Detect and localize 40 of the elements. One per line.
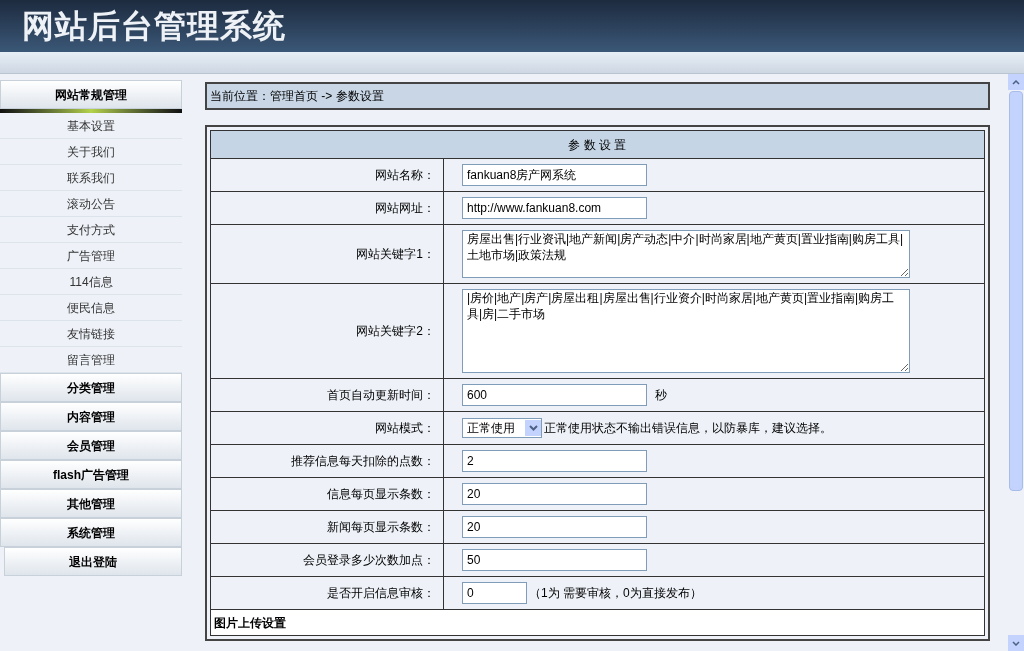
- menu-group-header[interactable]: 系统管理: [0, 518, 182, 547]
- text-field[interactable]: 50: [462, 549, 647, 571]
- field-label: 信息每页显示条数：: [210, 477, 444, 511]
- text-area[interactable]: 房屋出售|行业资讯|地产新闻|房产动态|中介|时尚家居|地产黄页|置业指南|购房工具|土地市场|政策法规: [462, 230, 910, 278]
- text-field[interactable]: 600: [462, 384, 647, 406]
- menu-group-header[interactable]: 会员管理: [0, 431, 182, 460]
- section-heading: 图片上传设置: [210, 609, 985, 636]
- text-field[interactable]: http://www.fankuan8.com: [462, 197, 647, 219]
- field-label: 是否开启信息审核：: [210, 576, 444, 610]
- field-label: 网站关键字1：: [210, 224, 444, 284]
- field-label: 网站网址：: [210, 191, 444, 225]
- field-note: 正常使用状态不输出错误信息，以防暴库，建议选择。: [544, 420, 832, 437]
- system-title: 网站后台管理系统: [22, 7, 286, 46]
- text-field[interactable]: 2: [462, 450, 647, 472]
- chevron-icon: [525, 420, 541, 436]
- text-field[interactable]: fankuan8房产网系统: [462, 164, 647, 186]
- scroll-up-icon[interactable]: [1008, 74, 1024, 90]
- field-label: 网站模式：: [210, 411, 444, 445]
- mode-select[interactable]: 正常使用: [462, 418, 542, 438]
- text-area[interactable]: |房价|地产|房产|房屋出租|房屋出售|行业资介|时尚家居|地产黄页|置业指南|购房工具|房|二手市场: [462, 289, 910, 373]
- field-label: 新闻每页显示条数：: [210, 510, 444, 544]
- field-label: 首页自动更新时间：: [210, 378, 444, 412]
- field-note: 秒: [655, 387, 667, 404]
- menu-group-header[interactable]: flash广告管理: [0, 460, 182, 489]
- scroll-down-icon[interactable]: [1008, 635, 1024, 651]
- menu-group-header[interactable]: 网站常规管理: [0, 80, 182, 109]
- logout-button[interactable]: 退出登陆: [4, 547, 182, 576]
- text-field[interactable]: 20: [462, 483, 647, 505]
- menu-group-header[interactable]: 其他管理: [0, 489, 182, 518]
- field-label: 会员登录多少次数加点：: [210, 543, 444, 577]
- text-field[interactable]: 20: [462, 516, 647, 538]
- field-label: 推荐信息每天扣除的点数：: [210, 444, 444, 478]
- text-field[interactable]: 0: [462, 582, 527, 604]
- menu-group-header[interactable]: 内容管理: [0, 402, 182, 431]
- field-label: 网站名称：: [210, 158, 444, 192]
- field-label: 网站关键字2：: [210, 283, 444, 379]
- field-note: （1为 需要审核，0为直接发布）: [529, 585, 702, 602]
- breadcrumb-text: 当前位置：管理首页 -> 参数设置: [210, 88, 384, 105]
- menu-group-header[interactable]: 分类管理: [0, 373, 182, 402]
- form-title: 参 数 设 置: [210, 130, 985, 159]
